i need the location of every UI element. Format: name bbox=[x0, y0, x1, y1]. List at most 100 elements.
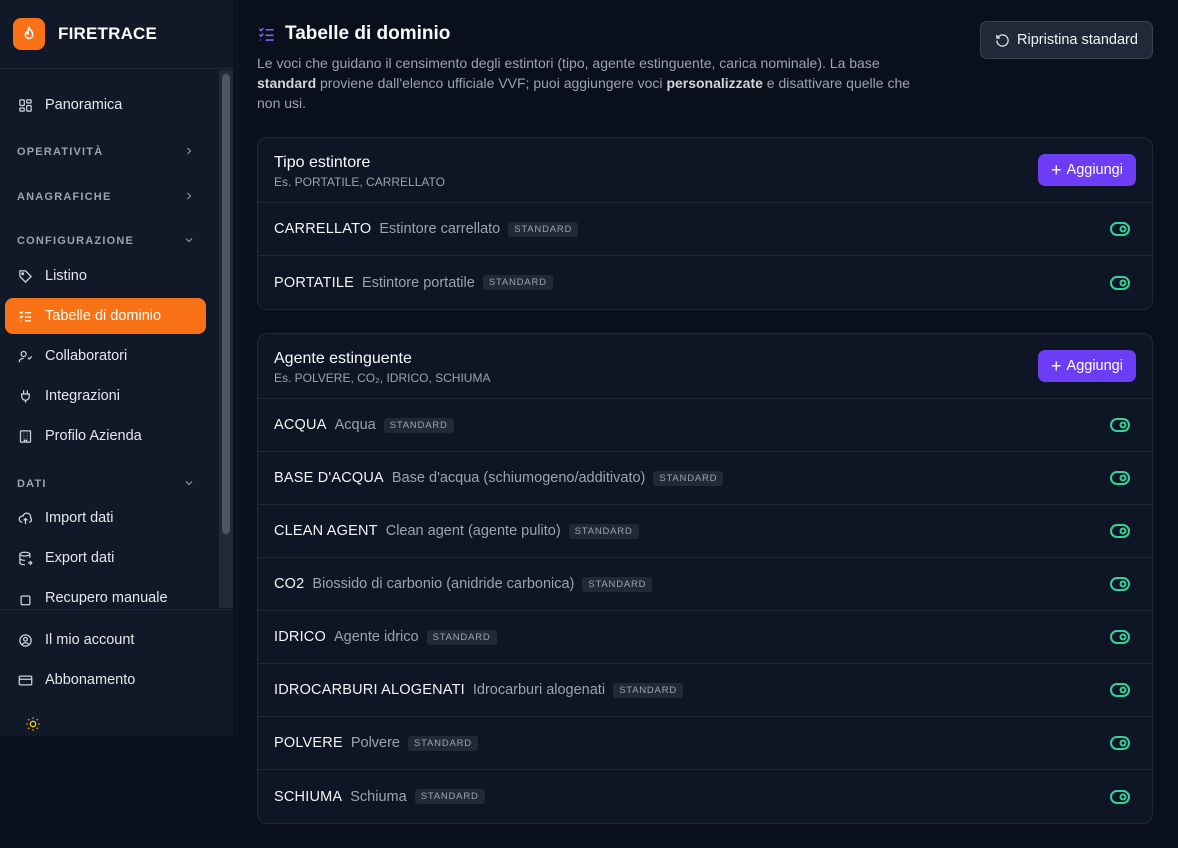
sidebar-item-panoramica[interactable]: Panoramica bbox=[5, 87, 206, 123]
sidebar-item-collaboratori[interactable]: Collaboratori bbox=[5, 338, 206, 374]
sidebar-item-profilo-azienda[interactable]: Profilo Azienda bbox=[5, 418, 206, 454]
toggle-on-icon[interactable] bbox=[1110, 523, 1130, 539]
sidebar-item-label: Integrazioni bbox=[45, 388, 120, 404]
table-row: BASE D'ACQUA Base d'acqua (schiumogeno/a… bbox=[258, 452, 1152, 505]
page-description: Le voci che guidano il censimento degli … bbox=[257, 53, 927, 113]
row-code: IDROCARBURI ALOGENATI bbox=[274, 682, 465, 698]
chevron-down-icon bbox=[183, 477, 195, 492]
table-row: CLEAN AGENT Clean agent (agente pulito) … bbox=[258, 505, 1152, 558]
sidebar-item-label: Profilo Azienda bbox=[45, 428, 142, 444]
row-description: Acqua bbox=[334, 417, 376, 433]
toggle-on-icon[interactable] bbox=[1110, 629, 1130, 645]
toggle-on-icon[interactable] bbox=[1110, 576, 1130, 592]
sidebar-item-integrazioni[interactable]: Integrazioni bbox=[5, 378, 206, 414]
sidebar-item-abbonamento[interactable]: Abbonamento bbox=[5, 662, 206, 698]
toggle-on-icon[interactable] bbox=[1110, 275, 1130, 291]
list-check-icon bbox=[17, 308, 33, 324]
sidebar-nav: Panoramica OPERATIVITÀ ANAGRAFICHE CONFI… bbox=[0, 70, 219, 608]
toggle-on-icon[interactable] bbox=[1110, 417, 1130, 433]
sidebar-item-label: Collaboratori bbox=[45, 348, 128, 364]
standard-badge: STANDARD bbox=[582, 576, 653, 592]
section-configurazione[interactable]: CONFIGURAZIONE bbox=[17, 231, 195, 251]
reset-standard-button[interactable]: Ripristina standard bbox=[980, 21, 1153, 59]
row-code: BASE D'ACQUA bbox=[274, 470, 384, 486]
table-row: IDRICO Agente idrico STANDARD bbox=[258, 611, 1152, 664]
section-label: CONFIGURAZIONE bbox=[17, 235, 135, 247]
add-button[interactable]: + Aggiungi bbox=[1038, 350, 1136, 382]
row-description: Agente idrico bbox=[333, 629, 419, 645]
row-description: Clean agent (agente pulito) bbox=[385, 523, 561, 539]
theme-toggle-button[interactable] bbox=[22, 715, 44, 737]
row-description: Biossido di carbonio (anidride carbonica… bbox=[312, 576, 575, 592]
sidebar-item-label: Recupero manuale bbox=[45, 590, 168, 606]
page-title-text: Tabelle di dominio bbox=[285, 23, 451, 44]
sidebar-item-export-dati[interactable]: Export dati bbox=[5, 540, 206, 576]
table-row: PORTATILE Estintore portatile STANDARD bbox=[258, 256, 1152, 309]
desc-text: proviene dall'elenco ufficiale VVF; puoi… bbox=[316, 75, 667, 91]
card-title: Agente estinguente bbox=[274, 350, 412, 367]
add-label: Aggiungi bbox=[1066, 358, 1123, 374]
sidebar-item-account[interactable]: Il mio account bbox=[5, 622, 206, 658]
cloud-upload-icon bbox=[17, 510, 33, 526]
table-row: ACQUA Acqua STANDARD bbox=[258, 399, 1152, 452]
row-description: Estintore carrellato bbox=[379, 221, 501, 237]
page-title: Tabelle di dominio bbox=[257, 23, 450, 45]
toggle-on-icon[interactable] bbox=[1110, 789, 1130, 805]
plus-icon: + bbox=[1051, 159, 1062, 180]
card-subtitle: Es. POLVERE, CO₂, IDRICO, SCHIUMA bbox=[274, 371, 491, 385]
building-icon bbox=[17, 428, 33, 444]
sidebar-item-label: Il mio account bbox=[45, 632, 135, 648]
row-code: CARRELLATO bbox=[274, 221, 372, 237]
plus-icon: + bbox=[1051, 355, 1062, 376]
sidebar-footer-space bbox=[0, 736, 239, 848]
sidebar-item-listino[interactable]: Listino bbox=[5, 258, 206, 294]
toggle-on-icon[interactable] bbox=[1110, 682, 1130, 698]
sidebar-item-import-dati[interactable]: Import dati bbox=[5, 500, 206, 536]
plug-icon bbox=[17, 388, 33, 404]
table-row: POLVERE Polvere STANDARD bbox=[258, 717, 1152, 770]
toggle-on-icon[interactable] bbox=[1110, 221, 1130, 237]
card-title: Tipo estintore bbox=[274, 154, 371, 171]
rotate-ccw-icon bbox=[995, 33, 1010, 48]
add-label: Aggiungi bbox=[1066, 162, 1123, 178]
sidebar-item-label: Panoramica bbox=[45, 97, 123, 113]
sidebar-item-tabelle-di-dominio[interactable]: Tabelle di dominio bbox=[5, 298, 206, 334]
database-export-icon bbox=[17, 550, 33, 566]
row-description: Base d'acqua (schiumogeno/additivato) bbox=[391, 470, 646, 486]
section-dati[interactable]: DATI bbox=[17, 474, 195, 494]
row-code: CLEAN AGENT bbox=[274, 523, 378, 539]
section-operativita[interactable]: OPERATIVITÀ bbox=[17, 142, 195, 162]
brand[interactable]: FIRETRACE bbox=[0, 0, 233, 69]
standard-badge: STANDARD bbox=[482, 275, 553, 290]
row-description: Polvere bbox=[350, 735, 400, 751]
row-code: SCHIUMA bbox=[274, 788, 343, 805]
sidebar-item-label: Abbonamento bbox=[45, 672, 136, 688]
brand-name: FIRETRACE bbox=[58, 24, 158, 43]
sidebar-item-label: Import dati bbox=[45, 510, 114, 526]
standard-badge: STANDARD bbox=[383, 417, 454, 433]
section-label: OPERATIVITÀ bbox=[17, 146, 104, 158]
toggle-on-icon[interactable] bbox=[1110, 470, 1130, 486]
row-code: IDRICO bbox=[274, 629, 326, 645]
row-description: Estintore portatile bbox=[361, 274, 475, 291]
table-row: SCHIUMA Schiuma STANDARD bbox=[258, 770, 1152, 823]
card-header: Tipo estintore Es. PORTATILE, CARRELLATO… bbox=[258, 138, 1152, 203]
add-button[interactable]: + Aggiungi bbox=[1038, 154, 1136, 186]
toggle-on-icon[interactable] bbox=[1110, 735, 1130, 751]
standard-badge: STANDARD bbox=[508, 221, 579, 237]
sidebar-item-label: Export dati bbox=[45, 550, 115, 566]
sun-icon bbox=[25, 716, 41, 737]
card-subtitle: Es. PORTATILE, CARRELLATO bbox=[274, 175, 445, 189]
table-card-tipo-estintore: Tipo estintore Es. PORTATILE, CARRELLATO… bbox=[257, 137, 1153, 310]
desc-bold: personalizzate bbox=[666, 75, 763, 91]
section-anagrafiche[interactable]: ANAGRAFICHE bbox=[17, 187, 195, 207]
sidebar-scrollbar-thumb[interactable] bbox=[222, 74, 230, 534]
standard-badge: STANDARD bbox=[426, 629, 497, 645]
standard-badge: STANDARD bbox=[408, 735, 478, 751]
sidebar-item-recupero-manuale[interactable]: Recupero manuale bbox=[5, 580, 206, 608]
user-circle-icon bbox=[17, 632, 33, 648]
row-code: CO2 bbox=[274, 576, 305, 592]
section-label: DATI bbox=[17, 478, 47, 490]
row-description: Schiuma bbox=[350, 788, 407, 805]
row-code: POLVERE bbox=[274, 735, 343, 751]
